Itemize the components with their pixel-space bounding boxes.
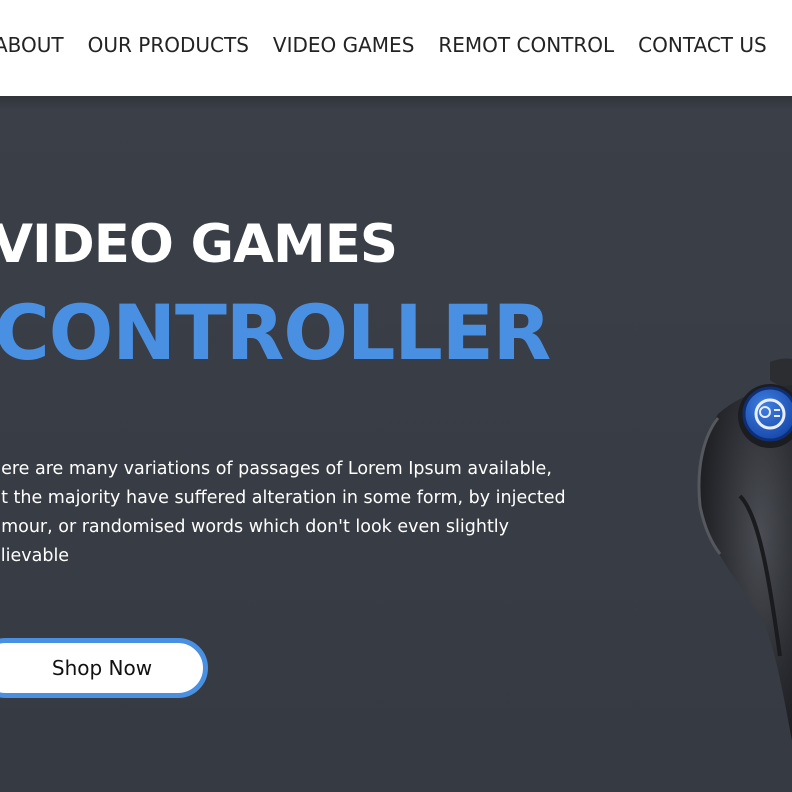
nav-link-our-products[interactable]: OUR PRODUCTS <box>88 33 249 57</box>
nav-link-remot-control[interactable]: REMOT CONTROL <box>438 33 614 57</box>
hero-headline-line2: CONTROLLER <box>0 288 551 377</box>
game-controller-icon <box>697 358 792 741</box>
nav-link-about[interactable]: ABOUT <box>0 33 64 57</box>
hero-description-line: umour, or randomised words which don't l… <box>0 517 510 537</box>
top-navbar: ABOUT OUR PRODUCTS VIDEO GAMES REMOT CON… <box>0 0 792 96</box>
nav-link-video-games[interactable]: VIDEO GAMES <box>273 33 414 57</box>
nav-link-contact-us[interactable]: CONTACT US <box>638 33 767 57</box>
hero-description-line: ut the majority have suffered alteration… <box>0 488 566 508</box>
hero-banner: VIDEO GAMES CONTROLLER here are many var… <box>0 96 792 792</box>
hero-description-line: here are many variations of passages of … <box>0 459 552 479</box>
shop-now-button[interactable]: Shop Now <box>0 638 208 698</box>
hero-headline-line1: VIDEO GAMES <box>0 214 398 275</box>
shop-now-label: Shop Now <box>51 656 153 680</box>
main-nav: ABOUT OUR PRODUCTS VIDEO GAMES REMOT CON… <box>0 33 791 57</box>
hero-description-line: elievable <box>0 546 70 566</box>
hero-description: here are many variations of passages of … <box>0 455 630 571</box>
